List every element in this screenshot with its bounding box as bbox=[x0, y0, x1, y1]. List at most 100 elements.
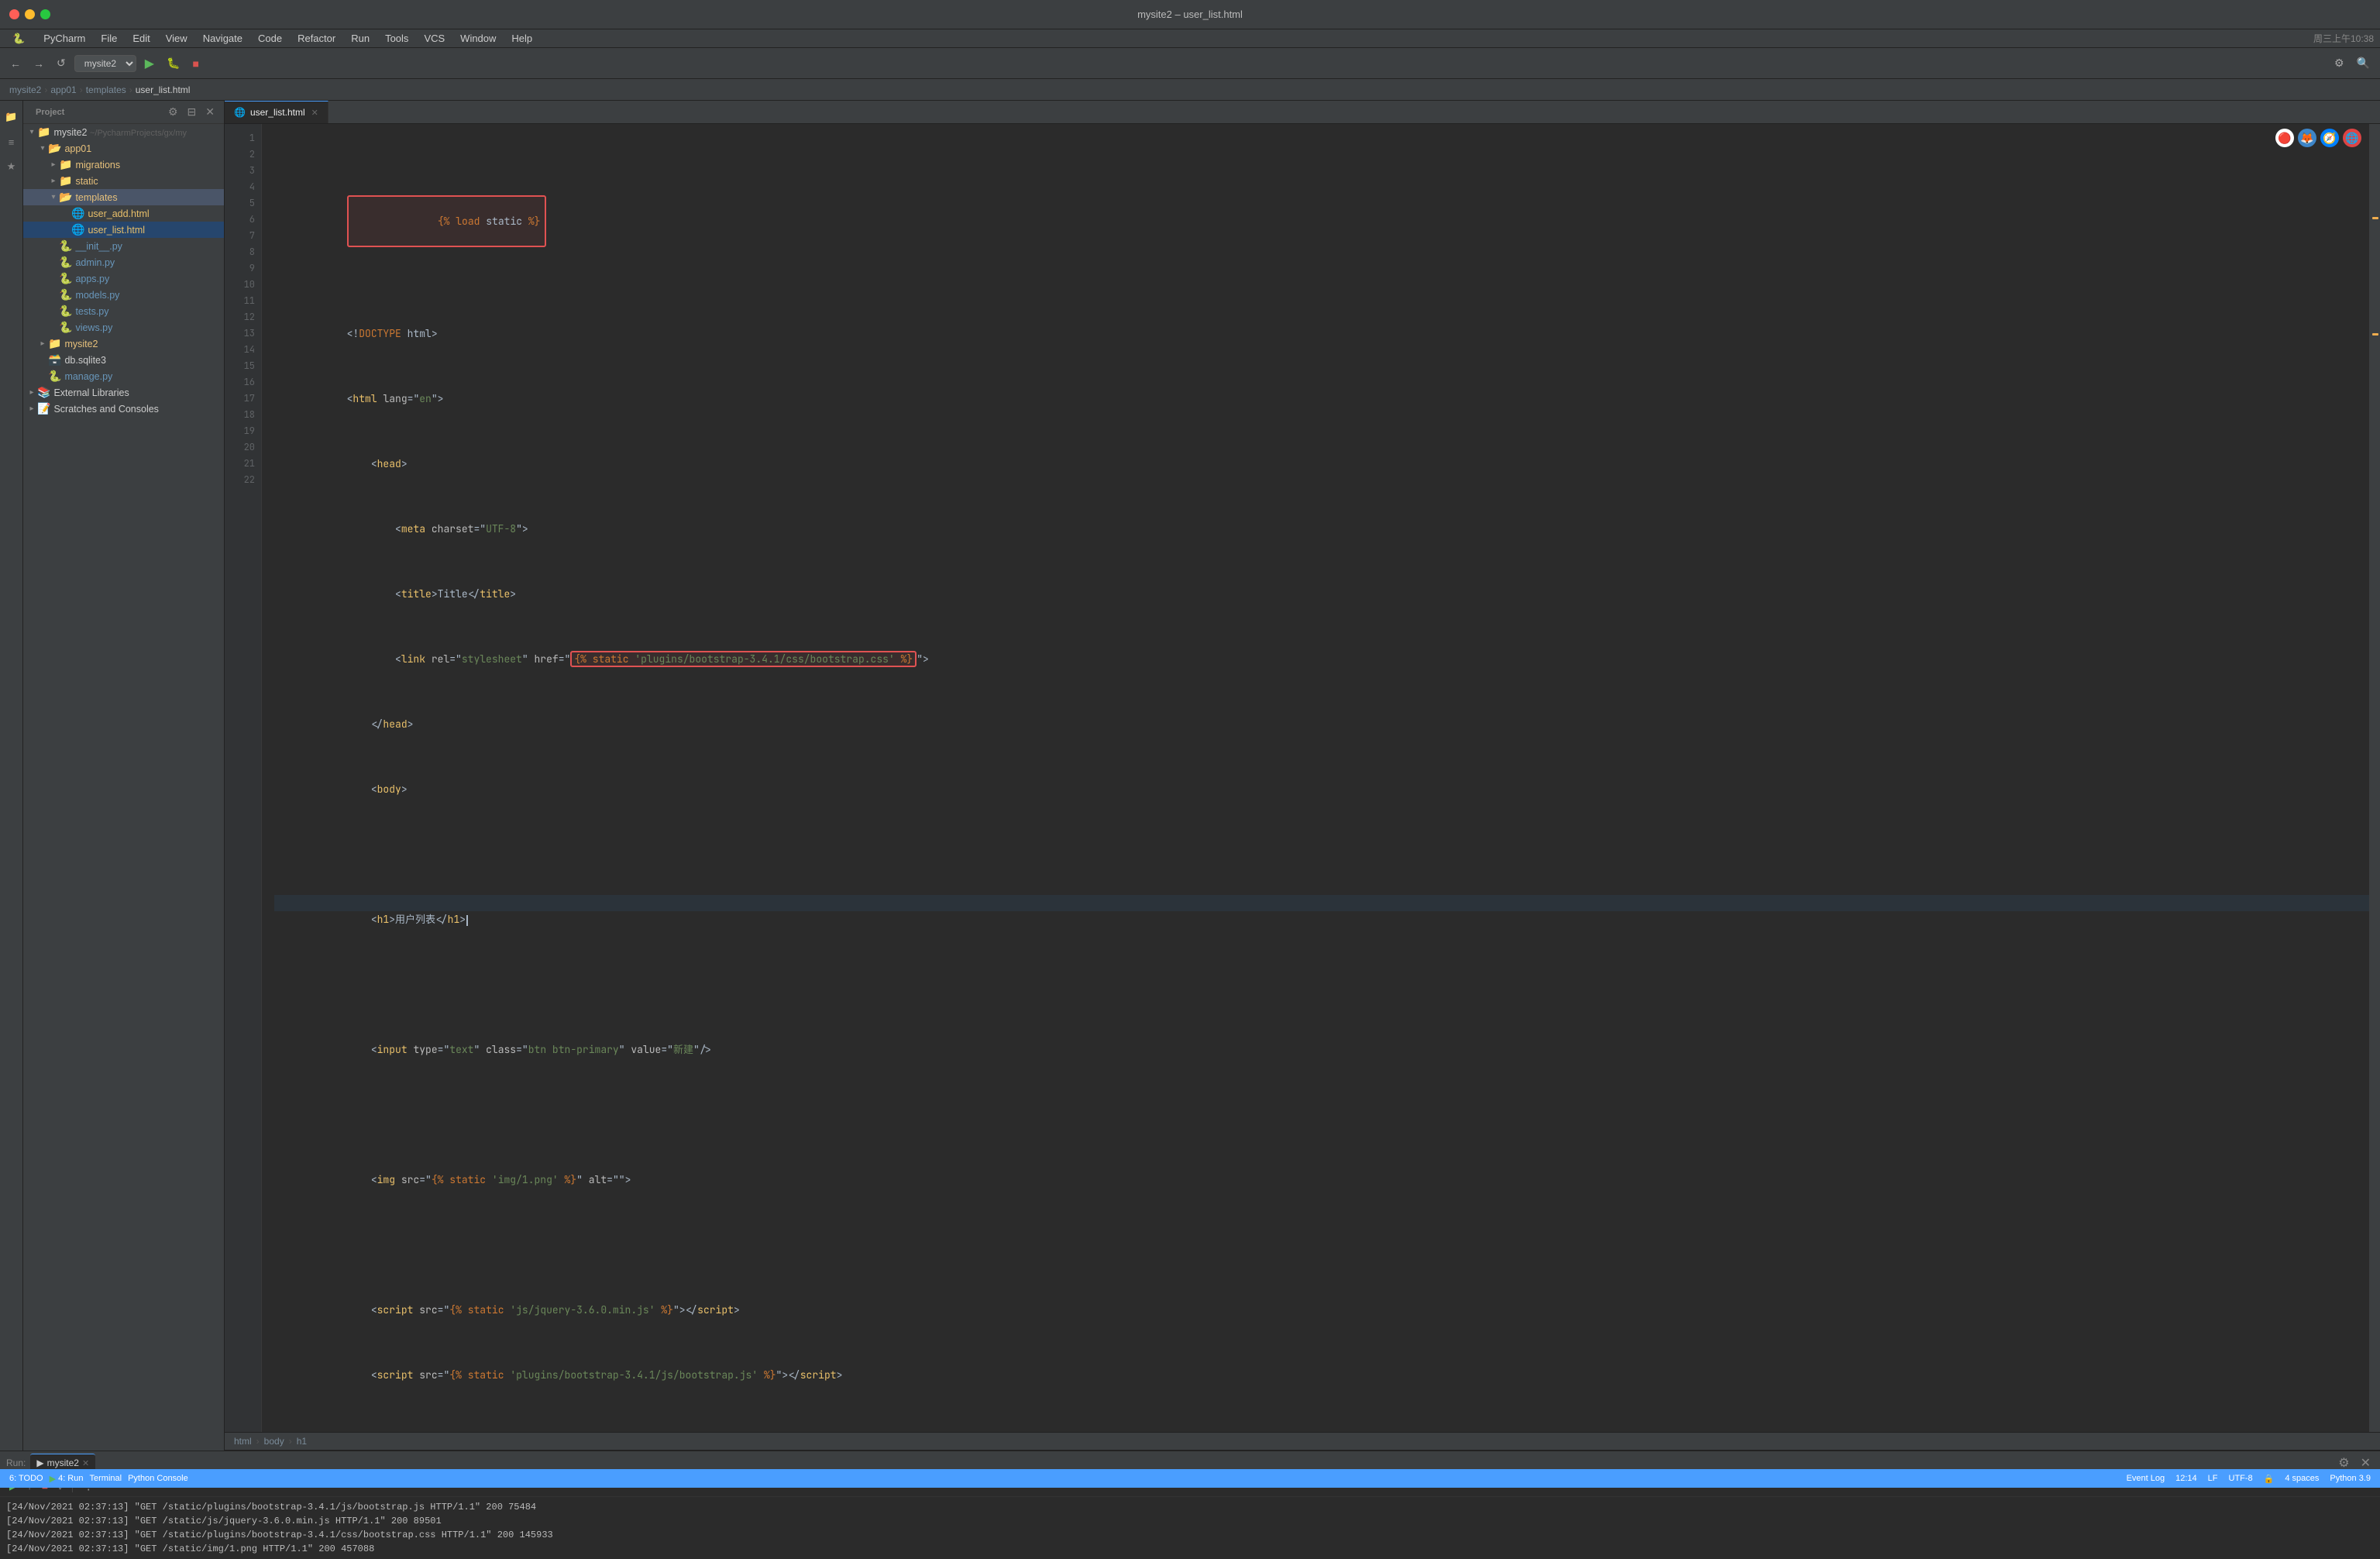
tree-label-manage: manage.py bbox=[64, 371, 112, 382]
tree-item-init[interactable]: 🐍 __init__.py bbox=[23, 238, 224, 254]
run-tab-close[interactable]: ✕ bbox=[82, 1458, 89, 1468]
tmpl-close-1: %} bbox=[528, 215, 541, 228]
tree-item-external-libs[interactable]: ▸ 📚 External Libraries bbox=[23, 384, 224, 401]
status-python-console[interactable]: Python Console bbox=[128, 1474, 188, 1483]
tree-item-mysite2-root[interactable]: ▾ 📁 mysite2 ~/PycharmProjects/gx/my bbox=[23, 124, 224, 140]
toolbar-refresh-btn[interactable]: ↺ bbox=[53, 54, 70, 72]
status-breadcrumb: html › body › h1 bbox=[225, 1432, 2380, 1451]
toolbar-stop-btn[interactable]: ■ bbox=[188, 55, 202, 72]
line-num-16: 16 bbox=[234, 374, 255, 391]
toolbar-back-btn[interactable]: ← bbox=[6, 55, 25, 72]
tree-label-migrations: migrations bbox=[75, 160, 120, 170]
tab-user-list[interactable]: 🌐 user_list.html ✕ bbox=[225, 101, 328, 123]
menu-run[interactable]: Run bbox=[345, 31, 376, 46]
project-tab-btn[interactable]: 📁 bbox=[2, 107, 22, 127]
tree-item-static[interactable]: ▸ 📁 static bbox=[23, 173, 224, 189]
tree-item-views[interactable]: 🐍 views.py bbox=[23, 319, 224, 336]
breadcrumb-templates[interactable]: templates bbox=[86, 84, 126, 95]
menu-refactor[interactable]: Refactor bbox=[291, 31, 342, 46]
toolbar-debug-btn[interactable]: 🐛 bbox=[163, 54, 184, 72]
minimize-button[interactable] bbox=[25, 9, 35, 19]
sidebar: Project ⚙ ⊟ ✕ ▾ 📁 mysite2 ~/PycharmProje… bbox=[23, 101, 225, 1451]
tmpl-open-1: {% bbox=[438, 215, 450, 228]
toolbar-run-btn[interactable]: ▶ bbox=[141, 53, 158, 74]
tree-item-app01[interactable]: ▾ 📂 app01 bbox=[23, 140, 224, 157]
close-button[interactable] bbox=[9, 9, 19, 19]
menu-code[interactable]: Code bbox=[252, 31, 288, 46]
tree-label-external: External Libraries bbox=[53, 387, 129, 398]
run-icon: ▶ bbox=[36, 1457, 43, 1468]
tree-item-templates[interactable]: ▾ 📂 templates bbox=[23, 189, 224, 205]
tree-arrow-mysite2-pkg: ▸ bbox=[37, 339, 48, 348]
menu-pycharm[interactable]: PyCharm bbox=[37, 31, 91, 46]
run-log-4: [24/Nov/2021 02:37:13] "GET /static/img/… bbox=[6, 1542, 2374, 1556]
chrome-icon[interactable]: 🔴 bbox=[2275, 129, 2294, 147]
favorites-tab-btn[interactable]: ★ bbox=[2, 157, 22, 177]
tree-item-user-list[interactable]: 🌐 user_list.html bbox=[23, 222, 224, 238]
menu-file[interactable]: File bbox=[95, 31, 123, 46]
tree-item-scratches[interactable]: ▸ 📝 Scratches and Consoles bbox=[23, 401, 224, 417]
db-icon: 🗃️ bbox=[48, 353, 61, 367]
other-browser-icon[interactable]: 🌐 bbox=[2343, 129, 2361, 147]
tree-item-manage[interactable]: 🐍 manage.py bbox=[23, 368, 224, 384]
breadcrumb-userlist[interactable]: user_list.html bbox=[136, 84, 191, 95]
tree-item-migrations[interactable]: ▸ 📁 migrations bbox=[23, 157, 224, 173]
menu-vcs[interactable]: VCS bbox=[418, 31, 451, 46]
status-indent[interactable]: 4 spaces bbox=[2285, 1474, 2319, 1484]
folder-icon-mysite2-pkg: 📁 bbox=[48, 337, 61, 350]
status-python[interactable]: Python 3.9 bbox=[2330, 1474, 2371, 1484]
project-selector[interactable]: mysite2 bbox=[74, 55, 136, 72]
code-content[interactable]: {% load static %} <!DOCTYPE html> <html … bbox=[262, 124, 2369, 1432]
menu-navigate[interactable]: Navigate bbox=[197, 31, 249, 46]
tree-item-mysite2-pkg[interactable]: ▸ 📁 mysite2 bbox=[23, 336, 224, 352]
sidebar-collapse-btn[interactable]: ⊟ bbox=[184, 104, 200, 120]
maximize-button[interactable] bbox=[40, 9, 50, 19]
run-log-1: [24/Nov/2021 02:37:13] "GET /static/plug… bbox=[6, 1500, 2374, 1514]
breadcrumb-app01[interactable]: app01 bbox=[50, 84, 76, 95]
firefox-icon[interactable]: 🦊 bbox=[2298, 129, 2316, 147]
toolbar-settings-btn[interactable]: ⚙ bbox=[2330, 54, 2348, 72]
status-todo[interactable]: 6: TODO bbox=[9, 1474, 43, 1483]
tree-item-db[interactable]: 🗃️ db.sqlite3 bbox=[23, 352, 224, 368]
tree-label-user-list: user_list.html bbox=[88, 225, 145, 236]
status-terminal[interactable]: Terminal bbox=[90, 1474, 122, 1483]
line-num-3: 3 bbox=[234, 163, 255, 179]
toolbar-search-btn[interactable]: 🔍 bbox=[2353, 54, 2374, 72]
status-html[interactable]: html bbox=[234, 1436, 252, 1447]
tree-item-apps[interactable]: 🐍 apps.py bbox=[23, 270, 224, 287]
tree-item-tests[interactable]: 🐍 tests.py bbox=[23, 303, 224, 319]
line-num-15: 15 bbox=[234, 358, 255, 374]
safari-icon[interactable]: 🧭 bbox=[2320, 129, 2339, 147]
sidebar-close-btn[interactable]: ✕ bbox=[202, 104, 218, 120]
menu-view[interactable]: View bbox=[160, 31, 194, 46]
tree-label-mysite2-root: mysite2 ~/PycharmProjects/gx/my bbox=[53, 127, 187, 138]
breadcrumb-sep-2: › bbox=[80, 84, 83, 95]
scratch-icon: 📝 bbox=[37, 402, 50, 415]
structure-tab-btn[interactable]: ≡ bbox=[2, 132, 22, 152]
menu-help[interactable]: Help bbox=[505, 31, 538, 46]
tab-close-btn[interactable]: ✕ bbox=[311, 108, 318, 118]
status-run[interactable]: ▶ 4: Run bbox=[50, 1474, 84, 1484]
tab-bar: 🌐 user_list.html ✕ bbox=[225, 101, 2380, 124]
menu-tools[interactable]: Tools bbox=[379, 31, 414, 46]
breadcrumb-mysite2[interactable]: mysite2 bbox=[9, 84, 41, 95]
tree-arrow-app01: ▾ bbox=[37, 144, 48, 153]
toolbar-forward-btn[interactable]: → bbox=[29, 55, 48, 72]
editor-area: 🌐 user_list.html ✕ 1 2 3 4 5 6 7 8 9 bbox=[225, 101, 2380, 1451]
tree-item-admin[interactable]: 🐍 admin.py bbox=[23, 254, 224, 270]
menu-edit[interactable]: Edit bbox=[126, 31, 156, 46]
tree-item-models[interactable]: 🐍 models.py bbox=[23, 287, 224, 303]
line-num-5: 5 bbox=[234, 195, 255, 212]
run-tab-label: mysite2 bbox=[47, 1457, 79, 1468]
menu-window[interactable]: Window bbox=[454, 31, 502, 46]
tree-label-db: db.sqlite3 bbox=[64, 355, 106, 366]
toolbar: ← → ↺ mysite2 ▶ 🐛 ■ ⚙ 🔍 bbox=[0, 48, 2380, 79]
status-event-log[interactable]: Event Log bbox=[2127, 1474, 2165, 1484]
lock-icon: 🔒 bbox=[2264, 1474, 2275, 1484]
tree-item-user-add[interactable]: 🌐 user_add.html bbox=[23, 205, 224, 222]
status-h1[interactable]: h1 bbox=[297, 1436, 307, 1447]
code-editor[interactable]: 1 2 3 4 5 6 7 8 9 10 11 12 13 14 15 16 1 bbox=[225, 124, 2380, 1432]
tree-arrow-static: ▸ bbox=[48, 177, 59, 185]
status-body[interactable]: body bbox=[264, 1436, 284, 1447]
sidebar-gear-btn[interactable]: ⚙ bbox=[165, 104, 181, 120]
